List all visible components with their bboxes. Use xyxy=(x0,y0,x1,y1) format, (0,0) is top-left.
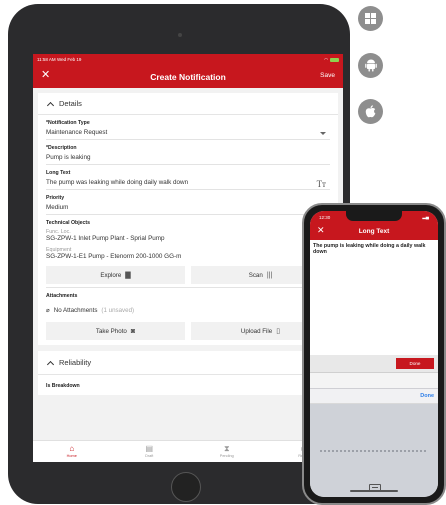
file-upload-icon: ▯ xyxy=(276,328,281,335)
status-date: Wed Feb 19 xyxy=(56,57,82,62)
close-icon[interactable]: ✕ xyxy=(41,68,50,81)
equipment-value[interactable]: SG-ZPW-1-E1 Pump - Etenorm 200-1000 GG-m xyxy=(46,253,330,260)
attachment-actions: Take Photo ◙ Upload File ▯ xyxy=(46,319,330,345)
battery-icon xyxy=(330,57,339,62)
wifi-icon: ◠ xyxy=(324,56,328,62)
paperclip-icon: ⌀ xyxy=(46,307,50,314)
phone-status-time: 12:30 xyxy=(319,214,331,220)
page-title: Create Notification xyxy=(150,71,226,82)
details-card: Details *Notification Type Maintenance R… xyxy=(38,93,338,345)
tab-pending[interactable]: ⧗ Pending xyxy=(188,441,266,462)
phone-signal-icon: ▂▄ xyxy=(422,214,429,219)
reliability-header-label: Reliability xyxy=(59,358,92,367)
tablet-screen: 11:58 AM Wed Feb 19 ◠ ✕ Create Notificat… xyxy=(33,54,343,462)
apple-logo xyxy=(365,105,376,118)
take-photo-button[interactable]: Take Photo ◙ xyxy=(46,322,185,340)
form-content[interactable]: Details *Notification Type Maintenance R… xyxy=(33,88,343,442)
draft-icon: ▤ xyxy=(145,444,154,453)
dropdown-caret-icon xyxy=(320,132,326,135)
status-icons: ◠ xyxy=(324,57,339,63)
phone-notch xyxy=(346,211,402,221)
tab-draft[interactable]: ▤ Draft xyxy=(111,441,189,462)
phone-spacer xyxy=(310,373,438,388)
phone-done-row: Done xyxy=(310,355,438,373)
phone-page-title: Long Text xyxy=(358,228,390,235)
status-time: 11:58 AM xyxy=(37,57,56,62)
navbar: ✕ Create Notification Save xyxy=(33,65,343,88)
explore-button[interactable]: Explore ▇ xyxy=(46,266,185,284)
windows-logo xyxy=(365,13,376,24)
keyboard-done-button[interactable]: Done xyxy=(420,393,434,399)
upload-file-label: Upload File xyxy=(240,327,273,335)
tab-bar: ⌂ Home ▤ Draft ⧗ Pending ◷ Recent xyxy=(33,440,343,462)
priority-value: Medium xyxy=(46,204,69,211)
tab-home[interactable]: ⌂ Home xyxy=(33,441,111,462)
explore-button-label: Explore xyxy=(100,271,122,279)
breakdown-field[interactable]: Is Breakdown xyxy=(46,375,330,395)
long-text-label: Long Text xyxy=(46,170,71,176)
long-text-value: The pump was leaking while doing daily w… xyxy=(46,179,189,186)
dictation-waveform xyxy=(320,450,428,452)
phone-screen: 12:30 ▂▄ ✕ Long Text The pump is leaking… xyxy=(310,211,438,497)
phone-navbar: ✕ Long Text xyxy=(310,223,438,240)
tablet-device: 11:58 AM Wed Feb 19 ◠ ✕ Create Notificat… xyxy=(8,4,350,504)
done-button[interactable]: Done xyxy=(396,358,434,369)
folder-icon: ▇ xyxy=(125,272,131,279)
chevron-up-icon xyxy=(46,101,55,109)
keyboard-accessory-bar: Done xyxy=(310,388,438,403)
long-text-input[interactable]: The pump is leaking while doing a daily … xyxy=(310,240,438,355)
details-section-header[interactable]: Details xyxy=(38,93,338,115)
func-loc-value[interactable]: SG-ZPW-1 Inlet Pump Plant - Sprial Pump xyxy=(46,235,330,242)
description-label: *Description xyxy=(46,145,77,151)
chevron-up-icon xyxy=(46,360,55,368)
apple-icon[interactable] xyxy=(358,99,383,124)
take-photo-label: Take Photo xyxy=(95,327,127,335)
notification-type-field[interactable]: *Notification Type Maintenance Request xyxy=(46,115,330,140)
home-icon: ⌂ xyxy=(69,444,75,453)
technical-objects-field: Technical Objects Func. Loc. SG-ZPW-1 In… xyxy=(46,215,330,263)
windows-icon[interactable] xyxy=(358,6,383,31)
attachments-field: Attachments xyxy=(46,288,330,299)
breakdown-label: Is Breakdown xyxy=(46,383,80,389)
attachments-label: Attachments xyxy=(46,293,78,299)
description-field[interactable]: *Description Pump is leaking xyxy=(46,140,330,165)
barcode-icon: ||| xyxy=(266,271,273,279)
tablet-camera xyxy=(178,33,182,37)
notification-type-label: *Notification Type xyxy=(46,120,90,126)
phone-device: 12:30 ▂▄ ✕ Long Text The pump is leaking… xyxy=(302,203,446,505)
home-indicator xyxy=(350,490,398,492)
close-icon[interactable]: ✕ xyxy=(317,225,325,236)
dictation-panel xyxy=(310,404,438,497)
scan-button-label: Scan xyxy=(248,271,263,279)
save-button[interactable]: Save xyxy=(320,72,335,79)
tab-home-label: Home xyxy=(66,454,77,458)
priority-field[interactable]: Priority Medium xyxy=(46,190,330,215)
details-header-label: Details xyxy=(59,99,82,108)
unsaved-count: (1 unsaved) xyxy=(101,307,135,314)
reliability-card: Reliability Is Breakdown xyxy=(38,351,338,395)
description-value: Pump is leaking xyxy=(46,154,91,161)
reliability-section-header[interactable]: Reliability xyxy=(38,351,338,375)
tablet-home-button[interactable] xyxy=(171,472,201,502)
pending-icon: ⧗ xyxy=(223,444,230,453)
tab-draft-label: Draft xyxy=(145,454,154,458)
attachments-status: ⌀ No Attachments (1 unsaved) xyxy=(46,302,330,319)
technical-object-actions: Explore ▇ Scan ||| xyxy=(46,263,330,288)
android-logo xyxy=(364,59,377,72)
tab-pending-label: Pending xyxy=(219,454,234,458)
notification-type-value: Maintenance Request xyxy=(46,129,108,136)
camera-icon: ◙ xyxy=(130,327,136,335)
text-format-icon[interactable]: Tт xyxy=(317,179,326,189)
android-icon[interactable] xyxy=(358,53,383,78)
no-attachments-text: No Attachments xyxy=(53,307,98,314)
technical-objects-label: Technical Objects xyxy=(46,220,91,226)
status-bar: 11:58 AM Wed Feb 19 ◠ xyxy=(33,54,343,65)
priority-label: Priority xyxy=(46,195,65,201)
long-text-field[interactable]: Long Text The pump was leaking while doi… xyxy=(46,165,330,190)
